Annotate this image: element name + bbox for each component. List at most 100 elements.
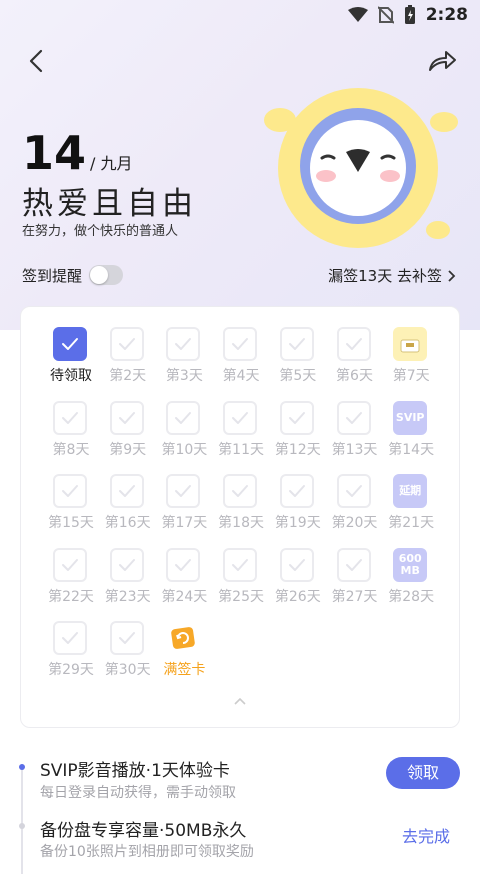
calendar-day-label: 第14天 [388, 441, 435, 458]
reward-badge: 延期 [393, 474, 428, 508]
checkmark-icon [175, 411, 192, 424]
task-item: 备份盘专享容量·50MB永久 备份10张照片到相册即可领取奖励 去完成 [0, 815, 480, 860]
calendar-day[interactable]: 第13天 [327, 389, 383, 458]
day-checkbox [109, 327, 144, 361]
task-title: 备份盘专享容量·50MB永久 [40, 821, 247, 841]
calendar-day[interactable]: 第24天 [156, 536, 212, 605]
checkmark-icon [345, 338, 362, 350]
month-label: / 九月 [90, 154, 133, 173]
calendar-day[interactable]: 第5天 [270, 315, 326, 384]
calendar-day[interactable]: 第29天 [43, 609, 99, 678]
checkmark-icon [62, 558, 78, 571]
go-complete-button[interactable]: 去完成 [402, 823, 450, 847]
calendar-day[interactable]: SVIP 第14天 [383, 389, 439, 458]
status-bar: 2:28 [0, 0, 480, 32]
day-checkbox [166, 327, 201, 361]
day-checkbox [279, 547, 314, 582]
calendar-day[interactable]: 第16天 [100, 462, 156, 531]
calendar-day[interactable]: 第23天 [100, 536, 156, 605]
calendar-day[interactable]: 第4天 [213, 315, 269, 384]
task-item: SVIP影音播放·1天体验卡 每日登录自动获得，需手动领取 领取 [0, 750, 480, 874]
day-checkbox [223, 547, 258, 582]
day-number: 14 [22, 126, 87, 180]
gift-box-icon [393, 327, 428, 361]
calendar-day[interactable]: 第30天 [100, 609, 156, 678]
calendar-day[interactable]: 600 MB 第28天 [383, 536, 439, 605]
checkmark-icon [288, 558, 305, 571]
makeup-sign-link[interactable]: 漏签13天 去补签 [328, 265, 456, 286]
reminder-toggle[interactable] [89, 265, 123, 285]
date-display: 14 / 九月 [22, 130, 133, 176]
checkmark-icon [118, 558, 135, 571]
reward-badge: 600 MB [393, 547, 428, 582]
calendar-day[interactable]: 第7天 [383, 315, 439, 384]
day-checkbox [166, 474, 201, 508]
checkmark-icon [232, 558, 249, 571]
calendar-day[interactable]: 第27天 [327, 536, 383, 605]
calendar-day[interactable]: 第9天 [100, 389, 156, 458]
calendar-day[interactable]: 第22天 [43, 536, 99, 605]
day-checkbox [53, 547, 87, 582]
calendar-day[interactable]: 第6天 [327, 315, 383, 384]
calendar-day[interactable]: 第20天 [327, 462, 383, 531]
calendar-day-label: 第7天 [392, 368, 430, 384]
day-checkbox [223, 327, 258, 361]
claim-button[interactable]: 领取 [386, 757, 460, 789]
makeup-sign-text: 漏签13天 去补签 [328, 267, 442, 285]
reward-badge-text: SVIP [395, 410, 425, 424]
day-checkbox-active [53, 327, 87, 361]
day-checkbox [109, 621, 144, 655]
timeline-dot [19, 823, 25, 829]
day-checkbox [279, 327, 314, 361]
calendar-day[interactable]: 第25天 [213, 536, 269, 605]
calendar-day[interactable]: 第3天 [156, 315, 212, 384]
day-checkbox [166, 400, 201, 435]
calendar-day-label: 第28天 [388, 588, 435, 605]
calendar-day[interactable]: 第11天 [213, 389, 269, 458]
checkmark-icon [345, 485, 362, 497]
day-checkbox [336, 474, 371, 508]
day-checkbox [223, 400, 258, 435]
calendar-day-label: 第21天 [388, 515, 435, 531]
day-checkbox [53, 621, 87, 655]
status-time: 2:28 [425, 5, 468, 25]
task-description: 每日登录自动获得，需手动领取 [40, 785, 236, 801]
calendar-day[interactable]: 第18天 [213, 462, 269, 531]
battery-icon [404, 5, 415, 24]
calendar-day[interactable]: 第12天 [270, 389, 326, 458]
checkmark-icon [118, 632, 135, 644]
calendar-day-label: 满签卡 [163, 662, 206, 678]
calendar-day[interactable]: 第17天 [156, 462, 212, 531]
checkmark-icon [345, 411, 362, 424]
share-icon[interactable] [426, 46, 458, 76]
calendar-day[interactable]: 延期第21天 [383, 462, 439, 531]
day-checkbox [336, 400, 371, 435]
calendar-day[interactable]: 第8天 [43, 389, 99, 458]
back-icon[interactable] [22, 46, 52, 76]
toggle-knob [90, 266, 108, 284]
reward-badge-text: 延期 [399, 484, 422, 498]
no-sim-icon [377, 6, 394, 24]
checkmark-icon [288, 411, 305, 424]
checkmark-icon [175, 338, 192, 350]
checkmark-icon [118, 411, 135, 424]
calendar-day[interactable]: 第10天 [156, 389, 212, 458]
calendar-day[interactable]: 第15天 [43, 462, 99, 531]
reminder-label: 签到提醒 [22, 267, 83, 285]
chevron-up-icon[interactable] [232, 695, 248, 707]
full-sign-card-icon [166, 621, 200, 655]
day-checkbox [223, 474, 258, 508]
calendar-day[interactable]: 第26天 [270, 536, 326, 605]
calendar-day[interactable]: 第2天 [100, 315, 156, 384]
day-checkbox [109, 400, 144, 435]
calendar-day[interactable]: 第19天 [270, 462, 326, 531]
checkmark-icon [345, 558, 362, 571]
checkmark-icon [232, 485, 249, 497]
calendar-day[interactable]: 满签卡 [156, 609, 212, 678]
day-checkbox [166, 547, 201, 582]
day-checkbox [336, 547, 371, 582]
checkmark-icon [232, 411, 249, 424]
calendar-day[interactable]: 待领取 [43, 315, 99, 384]
checkmark-icon [62, 632, 78, 644]
reward-badge-text: 600 MB [398, 551, 422, 577]
